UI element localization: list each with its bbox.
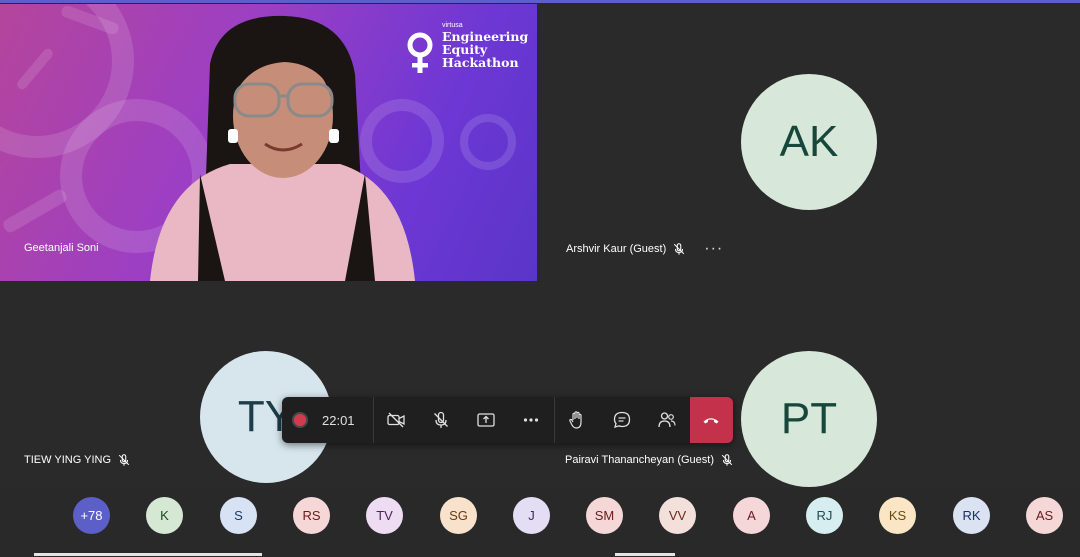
people-button[interactable] [645,397,690,443]
participant-avatar-chip[interactable]: TV [366,497,403,534]
participant-roster: +78 K S RS TV SG J SM VV A RJ KS RK AS [0,492,1080,540]
hang-up-icon [703,418,719,424]
brand-line-3: Hackathon [442,55,519,70]
camera-off-icon [387,412,405,428]
meeting-stage: virtusa Engineering Equity Hackathon Gee… [0,0,1080,557]
media-controls [374,397,555,443]
more-participants-chip[interactable]: +78 [73,497,110,534]
chat-icon [614,411,631,428]
participant-avatar-chip[interactable]: SG [440,497,477,534]
more-options-icon[interactable]: ··· [704,240,723,258]
participant-avatar-chip[interactable]: VV [659,497,696,534]
participant-avatar-chip[interactable]: A [733,497,770,534]
meeting-controls [555,397,690,443]
more-actions-button[interactable] [509,397,554,443]
raise-hand-button[interactable] [555,397,600,443]
participant-avatar-chip[interactable]: KS [879,497,916,534]
participant-avatar-chip[interactable]: RS [293,497,330,534]
hang-up-button[interactable] [689,397,733,443]
background-symbol [1,187,69,235]
mic-off-icon [118,454,130,466]
brand-company: virtusa [442,22,463,29]
background-symbol [460,114,516,170]
recording-timer: 22:01 [282,397,374,443]
avatar: AK [741,74,877,210]
participant-avatar-chip[interactable]: J [513,497,550,534]
mic-off-icon [434,411,449,428]
record-icon [292,412,308,428]
participant-name-label: Geetanjali Soni [24,242,99,254]
participant-avatar-chip[interactable]: K [146,497,183,534]
scroll-indicator [34,553,262,556]
call-control-bar: 22:01 [282,397,733,443]
scroll-indicator [615,553,675,556]
call-duration: 22:01 [322,412,355,428]
mic-off-icon [674,243,685,255]
chat-button[interactable] [600,397,645,443]
avatar: PT [741,351,877,487]
video-tile-pairavi-thanancheyan[interactable]: PT Pairavi Thanancheyan (Guest) [538,282,1080,488]
camera-toggle-button[interactable] [374,397,419,443]
people-icon [658,412,676,428]
mic-toggle-button[interactable] [419,397,464,443]
share-screen-icon [477,413,495,427]
share-screen-button[interactable] [464,397,509,443]
participant-avatar-chip[interactable]: SM [586,497,623,534]
top-accent-bar [0,0,1080,3]
more-icon [524,418,539,422]
participant-name: Pairavi Thanancheyan (Guest) [565,454,714,466]
video-tile-arshvir-kaur[interactable]: AK Arshvir Kaur (Guest) ··· [538,4,1080,281]
participant-name-label: TIEW YING YING [24,453,131,467]
video-tile-tiew-ying-ying[interactable]: TY TIEW YING YING [0,282,537,488]
participant-avatar-chip[interactable]: RK [953,497,990,534]
participant-name-label: Arshvir Kaur (Guest) ··· [566,240,723,258]
participant-name: TIEW YING YING [24,454,111,466]
participant-name: Arshvir Kaur (Guest) [566,243,667,255]
video-tile-geetanjali-soni[interactable]: virtusa Engineering Equity Hackathon Gee… [0,4,537,281]
participant-avatar-chip[interactable]: RJ [806,497,843,534]
participant-video-image [150,15,415,281]
participant-name-label: Pairavi Thanancheyan (Guest) [565,453,734,467]
raise-hand-icon [569,411,582,429]
participant-name: Geetanjali Soni [24,242,99,254]
participant-avatar-chip[interactable]: S [220,497,257,534]
participant-avatar-chip[interactable]: AS [1026,497,1063,534]
mic-off-icon [721,454,733,466]
